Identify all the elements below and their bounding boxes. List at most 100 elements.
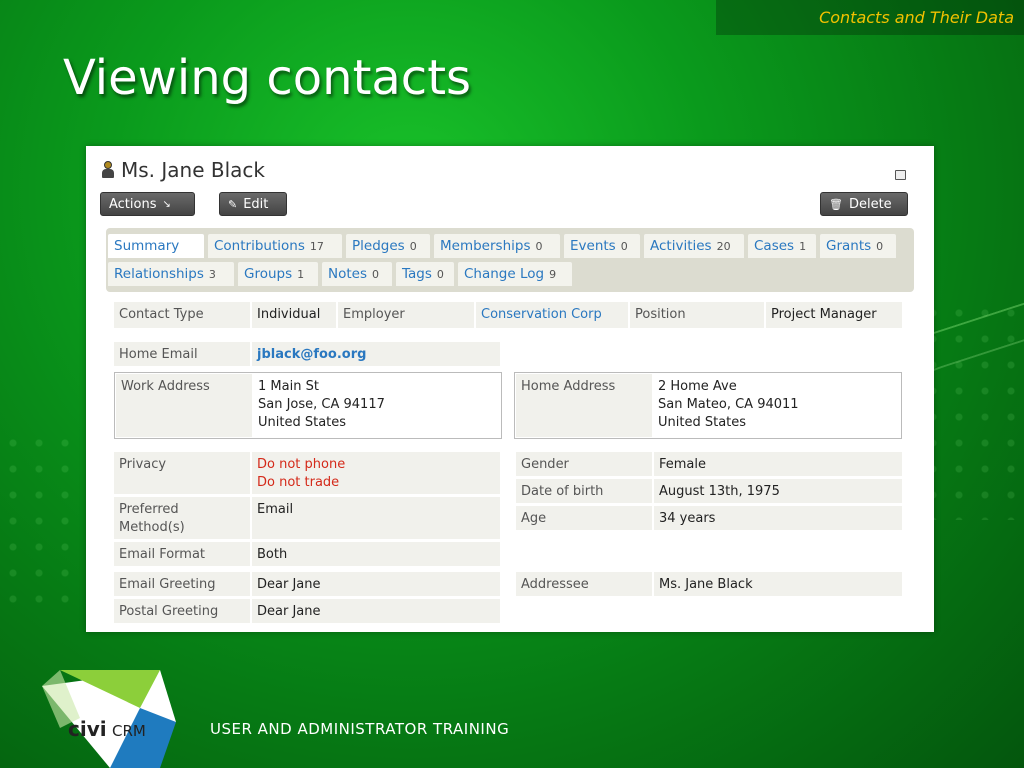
position-label: Position (630, 302, 764, 328)
tab-summary[interactable]: Summary (108, 234, 204, 258)
tab-groups[interactable]: Groups 1 (238, 262, 318, 286)
tab-memberships[interactable]: Memberships 0 (434, 234, 560, 258)
dob-value: August 13th, 1975 (654, 479, 902, 503)
contact-screenshot-panel: Ms. Jane Black Actions ↘ ✎ Edit 🗑 Delete… (86, 146, 934, 632)
postal-greeting-label: Postal Greeting (114, 599, 250, 623)
preferred-method-value: Email (252, 497, 500, 539)
tab-count: 17 (309, 239, 324, 253)
home-address-label: Home Address (516, 374, 652, 437)
tab-label: Activities (650, 238, 712, 254)
tab-events[interactable]: Events 0 (564, 234, 640, 258)
privacy-value: Do not phone Do not trade (252, 452, 500, 494)
tab-label: Groups (244, 266, 293, 282)
age-value: 34 years (654, 506, 902, 530)
employer-link[interactable]: Conservation Corp (476, 302, 628, 328)
tab-count: 0 (372, 267, 379, 281)
delete-button-label: Delete (848, 196, 892, 212)
tab-relationships[interactable]: Relationships 3 (108, 262, 234, 286)
position-value: Project Manager (766, 302, 902, 328)
tab-cases[interactable]: Cases 1 (748, 234, 816, 258)
tab-notes[interactable]: Notes 0 (322, 262, 392, 286)
home-address-line3: United States (658, 415, 747, 430)
tab-label: Change Log (464, 266, 545, 282)
tab-change-log[interactable]: Change Log 9 (458, 262, 572, 286)
print-icon[interactable] (895, 170, 906, 180)
tab-count: 0 (620, 239, 628, 253)
footer-caption: USER AND ADMINISTRATOR TRAINING (210, 720, 510, 738)
email-greeting-value: Dear Jane (252, 572, 500, 596)
tab-label: Notes (328, 266, 367, 282)
preferred-label-line2: Method(s) (119, 520, 185, 535)
actions-button[interactable]: Actions ↘ (100, 192, 195, 216)
home-address-value: 2 Home Ave San Mateo, CA 94011 United St… (653, 374, 893, 437)
tab-label: Pledges (352, 238, 405, 254)
tab-grants[interactable]: Grants 0 (820, 234, 896, 258)
work-address-label: Work Address (116, 374, 252, 437)
tab-pledges[interactable]: Pledges 0 (346, 234, 430, 258)
tab-label: Contributions (214, 238, 305, 254)
logo-shape: civi CRM (42, 670, 176, 768)
civicrm-logo: civi CRM (40, 668, 180, 768)
preferred-method-label: Preferred Method(s) (114, 497, 250, 539)
tab-count: 9 (549, 267, 557, 281)
edit-button[interactable]: ✎ Edit (219, 192, 287, 216)
tab-count: 0 (535, 239, 543, 253)
home-address-line2: San Mateo, CA 94011 (658, 397, 799, 412)
contact-type-value: Individual (252, 302, 336, 328)
tab-count: 1 (799, 239, 807, 253)
work-address-box: Work Address 1 Main St San Jose, CA 9411… (114, 372, 502, 439)
contact-type-label: Contact Type (114, 302, 250, 328)
work-address-line1: 1 Main St (258, 379, 319, 394)
privacy-label: Privacy (114, 452, 250, 494)
tab-label: Events (570, 238, 616, 254)
arrow-icon: ↘ (162, 198, 171, 210)
privacy-do-not-phone: Do not phone (257, 457, 346, 472)
work-address-value: 1 Main St San Jose, CA 94117 United Stat… (253, 374, 493, 437)
postal-greeting-value: Dear Jane (252, 599, 500, 623)
tab-count: 3 (208, 267, 216, 281)
dob-label: Date of birth (516, 479, 652, 503)
tab-label: Grants (826, 238, 872, 254)
addressee-value: Ms. Jane Black (654, 572, 902, 596)
tab-activities[interactable]: Activities 20 (644, 234, 744, 258)
contact-name: Ms. Jane Black (121, 158, 265, 182)
tab-label: Cases (754, 238, 795, 254)
tab-contributions[interactable]: Contributions 17 (208, 234, 342, 258)
age-label: Age (516, 506, 652, 530)
home-address-box: Home Address 2 Home Ave San Mateo, CA 94… (514, 372, 902, 439)
privacy-do-not-trade: Do not trade (257, 475, 340, 490)
header-bar: Contacts and Their Data (716, 0, 1024, 35)
preferred-label-line1: Preferred (119, 502, 179, 517)
slide-title: Viewing contacts (63, 50, 472, 106)
home-email-link[interactable]: jblack@foo.org (252, 342, 500, 366)
work-address-line3: United States (258, 415, 347, 430)
email-format-label: Email Format (114, 542, 250, 566)
logo-crm: CRM (112, 722, 146, 740)
contact-header: Ms. Jane Black (101, 158, 265, 182)
tab-label: Relationships (114, 266, 204, 282)
trash-icon: 🗑 (829, 197, 843, 211)
section-title: Contacts and Their Data (819, 8, 1014, 27)
tab-count: 20 (716, 239, 731, 253)
home-address-line1: 2 Home Ave (658, 379, 737, 394)
gender-label: Gender (516, 452, 652, 476)
tab-bar: Summary Contributions 17 Pledges 0 Members… (106, 228, 914, 292)
email-format-value: Both (252, 542, 500, 566)
logo-civi: civi (68, 717, 107, 741)
person-icon (101, 161, 115, 179)
gender-value: Female (654, 452, 902, 476)
tab-label: Summary (114, 238, 180, 254)
addressee-label: Addressee (516, 572, 652, 596)
pencil-icon: ✎ (228, 197, 238, 211)
tab-tags[interactable]: Tags 0 (396, 262, 454, 286)
work-address-line2: San Jose, CA 94117 (258, 397, 385, 412)
email-greeting-label: Email Greeting (114, 572, 250, 596)
delete-button[interactable]: 🗑 Delete (820, 192, 908, 216)
home-email-label: Home Email (114, 342, 250, 366)
tab-count: 1 (297, 267, 305, 281)
edit-button-label: Edit (243, 196, 269, 212)
employer-label: Employer (338, 302, 474, 328)
actions-button-label: Actions (109, 196, 157, 212)
tab-count: 0 (436, 267, 444, 281)
tab-count: 0 (409, 239, 417, 253)
